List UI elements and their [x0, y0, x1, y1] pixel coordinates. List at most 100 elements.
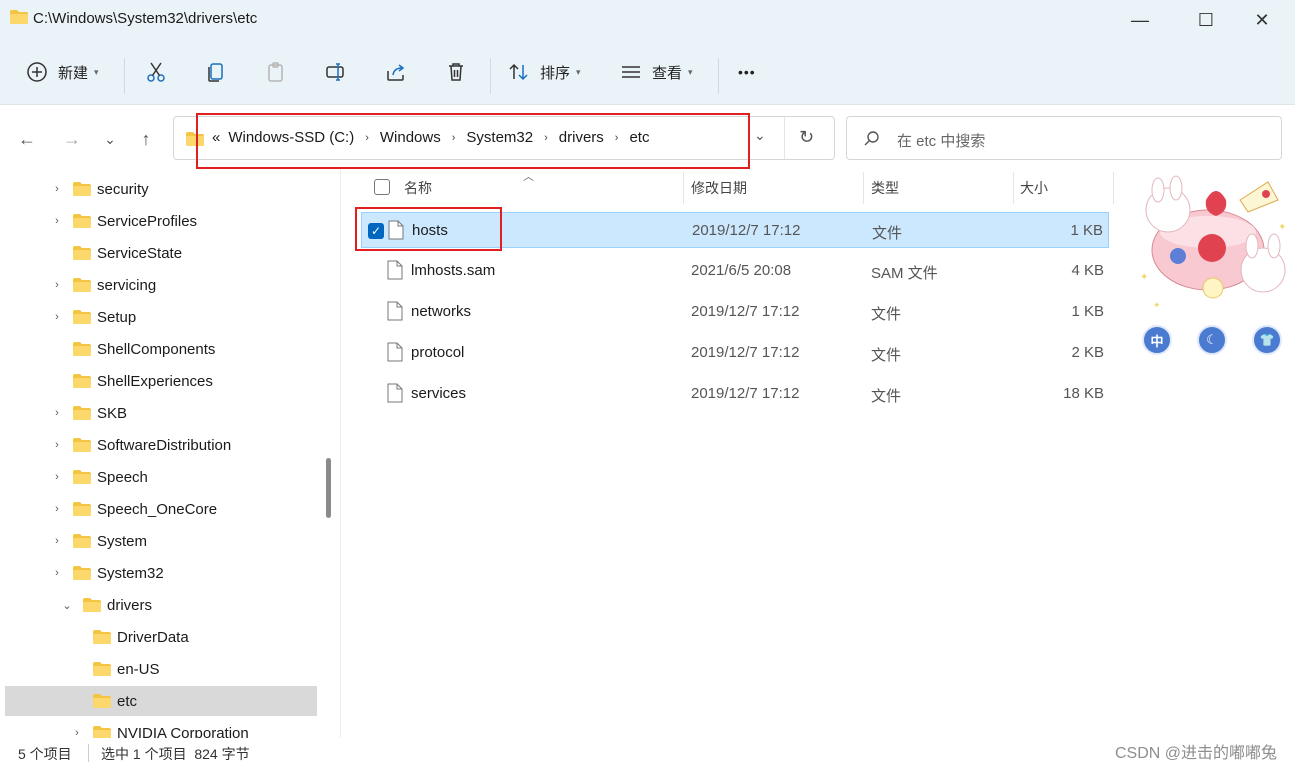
chevron-right-icon[interactable]: › [49, 279, 65, 291]
column-divider[interactable] [863, 172, 864, 204]
folder-icon [93, 726, 111, 738]
chevron-right-icon[interactable]: › [49, 535, 65, 547]
column-divider[interactable] [683, 172, 684, 204]
sidebar-item-label: servicing [97, 276, 157, 294]
chevron-right-icon[interactable]: › [69, 727, 85, 738]
sidebar-item-label: ShellExperiences [97, 372, 213, 390]
hosts-highlight-box [355, 207, 502, 251]
sidebar-item[interactable]: ServiceState [5, 238, 317, 268]
sidebar-item[interactable]: › Speech [5, 462, 317, 492]
paste-icon [268, 62, 283, 82]
address-dropdown-button[interactable]: ⌄ [754, 127, 766, 144]
sidebar-item[interactable]: › SKB [5, 398, 317, 428]
sidebar-item[interactable]: › NVIDIA Corporation [5, 718, 317, 738]
bunny-cake-sticker-icon: ✦ ✦ ✦ [1140, 175, 1286, 311]
file-row[interactable]: services 2019/12/7 17:12 文件 18 KB [361, 376, 1109, 412]
column-header-name[interactable]: 名称 [404, 170, 432, 206]
sidebar-item[interactable]: › System32 [5, 558, 317, 588]
recent-locations-button[interactable]: ⌄ [98, 127, 122, 151]
sidebar-item[interactable]: ShellExperiences [5, 366, 317, 396]
search-input[interactable]: 在 etc 中搜索 [897, 130, 985, 151]
chevron-right-icon[interactable]: › [49, 439, 65, 451]
sidebar-item[interactable]: › SoftwareDistribution [5, 430, 317, 460]
sidebar-item[interactable]: › servicing [5, 270, 317, 300]
file-name: protocol [411, 344, 465, 361]
shirt-button[interactable]: 👕 [1252, 325, 1282, 355]
file-size: 2 KB [1071, 344, 1104, 361]
search-box[interactable]: 在 etc 中搜索 [846, 116, 1282, 160]
column-divider[interactable] [1113, 172, 1114, 204]
sidebar-item[interactable]: › Speech_OneCore [5, 494, 317, 524]
sidebar-item[interactable]: ShellComponents [5, 334, 317, 364]
chevron-down-icon[interactable]: ⌄ [59, 599, 75, 612]
column-divider[interactable] [1013, 172, 1014, 204]
file-row[interactable]: protocol 2019/12/7 17:12 文件 2 KB [361, 335, 1109, 371]
delete-button[interactable] [445, 58, 467, 86]
back-button[interactable]: ← [15, 127, 39, 151]
copy-button[interactable] [205, 58, 227, 86]
file-icon [387, 342, 403, 362]
sidebar-item[interactable]: › System [5, 526, 317, 556]
sidebar-item-label: NVIDIA Corporation [117, 724, 249, 739]
sidebar-item[interactable]: › ServiceProfiles [5, 206, 317, 236]
file-name: lmhosts.sam [411, 262, 496, 279]
cut-icon [147, 62, 165, 82]
select-all-checkbox[interactable] [374, 179, 390, 195]
share-button[interactable] [385, 58, 407, 86]
sidebar-item[interactable]: ⌄ drivers [5, 590, 317, 620]
file-type: 文件 [871, 347, 902, 364]
column-header-date[interactable]: 修改日期 [691, 170, 747, 206]
up-button[interactable]: ↑ [134, 127, 158, 151]
sidebar-item-label: etc [117, 692, 138, 710]
chevron-down-icon: ▾ [576, 66, 581, 77]
rename-button[interactable] [325, 58, 347, 86]
sidebar-item[interactable]: › Setup [5, 302, 317, 332]
sort-icon [509, 63, 528, 81]
refresh-button[interactable]: ↻ [799, 127, 814, 148]
sort-button[interactable]: 排序 ▾ [508, 58, 581, 86]
chevron-right-icon[interactable]: › [49, 503, 65, 515]
chevron-right-icon[interactable]: › [49, 183, 65, 195]
chevron-right-icon[interactable]: › [49, 311, 65, 323]
folder-icon [73, 342, 91, 356]
new-button[interactable]: 新建 ▾ [26, 58, 99, 86]
chevron-right-icon[interactable]: › [49, 407, 65, 419]
file-row[interactable]: networks 2019/12/7 17:12 文件 1 KB [361, 294, 1109, 330]
sidebar-item[interactable]: en-US [5, 654, 317, 684]
folder-icon [93, 630, 111, 644]
ime-mode-button[interactable]: 中 [1142, 325, 1172, 355]
forward-button[interactable]: → [60, 127, 84, 151]
navigation-pane: › security › ServiceProfiles ServiceState › se… [0, 170, 340, 738]
close-button[interactable]: ✕ [1229, 0, 1295, 40]
watermark-text: CSDN @进击的嘟嘟兔 [1114, 745, 1277, 762]
cut-button[interactable] [145, 58, 167, 86]
file-list-pane: ︿ 名称 修改日期 类型 大小 ✓ hosts 2019/12/7 17:12 文件 1… [341, 170, 1121, 738]
more-button[interactable]: ••• [738, 58, 756, 86]
chevron-down-icon: ⌄ [104, 130, 116, 147]
command-bar: 新建 ▾ 排序 ▾ 查看 ▾ ••• [0, 40, 1295, 105]
arrow-left-icon: ← [18, 128, 36, 149]
sidebar-scrollbar[interactable] [326, 458, 331, 518]
rename-icon [326, 63, 344, 81]
chevron-right-icon[interactable]: › [49, 215, 65, 227]
sidebar-item-label: SoftwareDistribution [97, 436, 232, 454]
folder-icon [73, 182, 91, 196]
column-header-type[interactable]: 类型 [871, 170, 899, 206]
sidebar-item-label: en-US [117, 660, 160, 678]
sidebar-item[interactable]: DriverData [5, 622, 317, 652]
column-header-size[interactable]: 大小 [1020, 170, 1048, 206]
chevron-right-icon[interactable]: › [49, 471, 65, 483]
paste-button[interactable] [265, 58, 287, 86]
sidebar-item[interactable]: etc [5, 686, 317, 716]
file-row[interactable]: lmhosts.sam 2021/6/5 20:08 SAM 文件 4 KB [361, 253, 1109, 289]
copy-icon [208, 63, 223, 82]
chevron-right-icon[interactable]: › [49, 567, 65, 579]
file-size: 1 KB [1071, 303, 1104, 320]
folder-icon [73, 246, 91, 260]
moon-button[interactable]: ☾ [1197, 325, 1227, 355]
minimize-button[interactable]: — [1107, 0, 1173, 40]
file-icon [387, 260, 403, 280]
sidebar-item[interactable]: › security [5, 174, 317, 204]
view-button[interactable]: 查看 ▾ [620, 58, 693, 86]
file-name: services [411, 385, 467, 402]
